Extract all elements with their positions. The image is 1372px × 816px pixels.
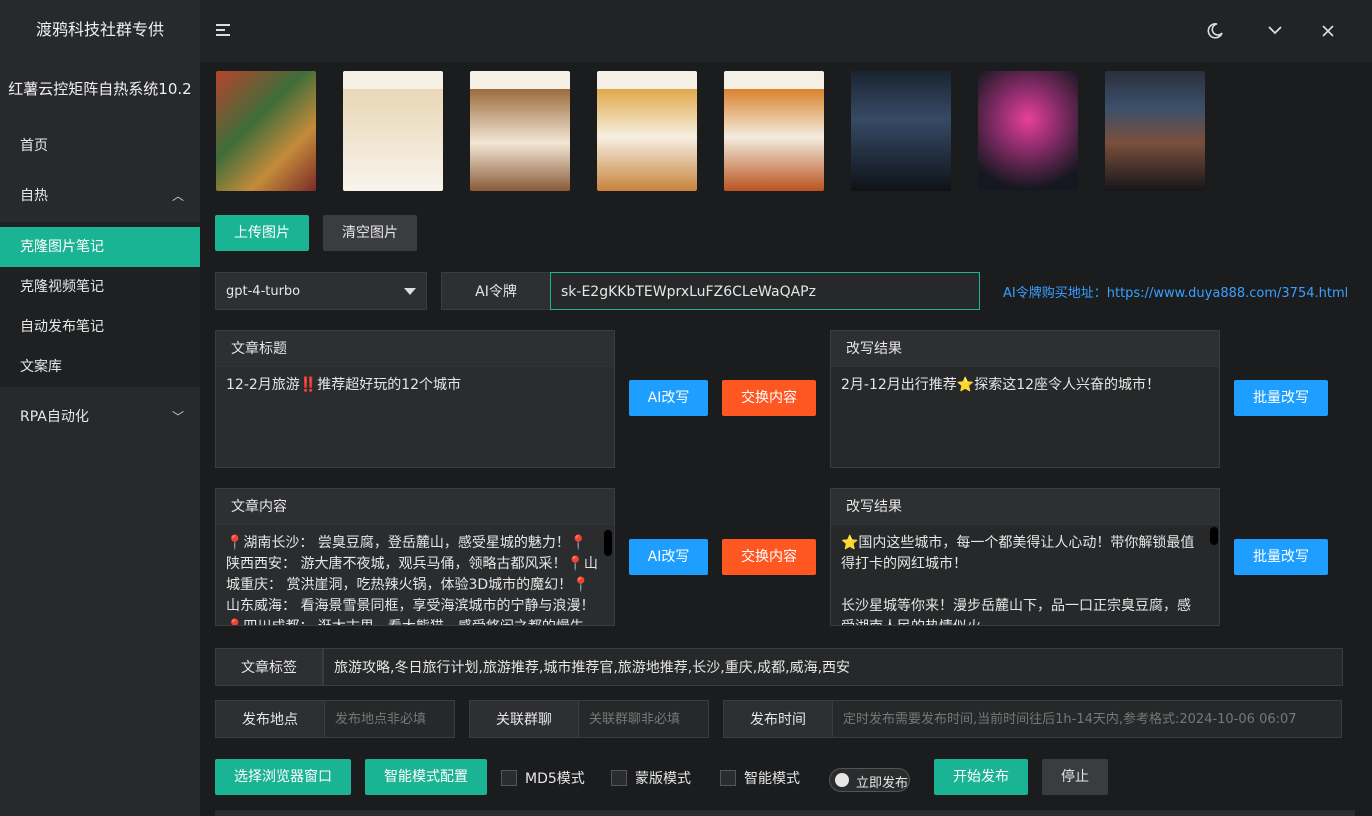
ai-rewrite-title-button[interactable]: AI改写 xyxy=(629,380,708,416)
title-panel: 文章标题 12-2月旅游‼️推荐超好玩的12个城市 xyxy=(215,330,615,468)
content-result-scrollbar[interactable] xyxy=(1210,527,1218,545)
time-label: 发布时间 xyxy=(723,700,833,738)
template-checkbox[interactable] xyxy=(611,770,627,786)
title-result-label: 改写结果 xyxy=(831,331,1219,367)
token-purchase-prefix: AI令牌购买地址： xyxy=(1003,286,1107,301)
instant-publish-toggle[interactable]: 立即发布 xyxy=(829,768,910,792)
title-panel-label: 文章标题 xyxy=(216,331,614,367)
tags-input[interactable]: 旅游攻略,冬日旅行计划,旅游推荐,城市推荐官,旅游地推荐,长沙,重庆,成都,威海… xyxy=(323,648,1343,686)
md5-label: MD5模式 xyxy=(525,771,585,787)
token-label: AI令牌 xyxy=(441,272,551,310)
tags-label: 文章标签 xyxy=(215,648,323,686)
brand-subtitle: 红薯云控矩阵自热系统10.2 xyxy=(8,80,192,98)
sidebar-item-copy-library[interactable]: 文案库 xyxy=(0,347,200,387)
sidebar-item-label: RPA自动化 xyxy=(20,409,89,425)
token-purchase-link[interactable]: AI令牌购买地址：https://www.duya888.com/3754.ht… xyxy=(1003,282,1348,301)
sidebar-item-clone-image[interactable]: 克隆图片笔记 xyxy=(0,227,200,267)
uploaded-image-thumbnail[interactable] xyxy=(1105,71,1205,191)
uploaded-image-thumbnail[interactable] xyxy=(978,71,1078,191)
chevron-up-icon: ︿ xyxy=(171,189,184,203)
uploaded-image-thumbnail[interactable] xyxy=(851,71,951,191)
title-textarea[interactable]: 12-2月旅游‼️推荐超好玩的12个城市 xyxy=(216,367,614,467)
content-scrollbar[interactable] xyxy=(604,530,612,556)
token-input[interactable]: sk-E2gKKbTEWprxLuFZ6CLeWaQAPz xyxy=(550,272,980,310)
sidebar-item-home[interactable]: 首页 xyxy=(0,126,200,166)
smart-checkbox[interactable] xyxy=(720,770,736,786)
uploaded-image-thumbnail[interactable] xyxy=(216,71,316,191)
content-textarea[interactable]: 📍湖南长沙： 尝臭豆腐，登岳麓山，感受星城的魅力！📍陕西西安： 游大唐不夜城，观… xyxy=(216,525,614,625)
choose-browser-button[interactable]: 选择浏览器窗口 xyxy=(215,759,351,795)
start-publish-button[interactable]: 开始发布 xyxy=(934,759,1028,795)
chevron-down-icon: ﹀ xyxy=(171,410,184,424)
content-result-textarea[interactable]: ⭐国内这些城市，每一个都美得让人心动！带你解锁最值得打卡的网红城市！ 长沙星城等… xyxy=(831,525,1219,625)
group-label: 关联群聊 xyxy=(469,700,579,738)
sidebar-item-zire[interactable]: 自热 ︿ xyxy=(0,176,200,216)
title-result-textarea[interactable]: 2月-12月出行推荐⭐探索这12座令人兴奋的城市！ xyxy=(831,367,1219,467)
sidebar-item-label: 克隆视频笔记 xyxy=(20,279,104,295)
batch-rewrite-title-button[interactable]: 批量改写 xyxy=(1234,380,1328,416)
model-select[interactable]: gpt-4-turbo xyxy=(215,272,427,310)
sidebar-item-auto-publish[interactable]: 自动发布笔记 xyxy=(0,307,200,347)
caret-down-icon xyxy=(404,288,416,295)
clear-image-button[interactable]: 清空图片 xyxy=(323,215,417,251)
sidebar-item-label: 克隆图片笔记 xyxy=(20,239,104,255)
ai-rewrite-content-button[interactable]: AI改写 xyxy=(629,539,708,575)
brand-title: 渡鸦科技社群专供 xyxy=(35,20,164,39)
uploaded-image-thumbnail[interactable] xyxy=(724,71,824,191)
instant-publish-label: 立即发布 xyxy=(856,776,909,791)
template-label: 蒙版模式 xyxy=(635,771,691,787)
model-select-value: gpt-4-turbo xyxy=(226,284,301,299)
group-input[interactable]: 关联群聊非必填 xyxy=(578,700,709,738)
sidebar-item-label: 首页 xyxy=(20,138,48,154)
batch-rewrite-content-button[interactable]: 批量改写 xyxy=(1234,539,1328,575)
upload-image-button[interactable]: 上传图片 xyxy=(215,215,309,251)
top-bar xyxy=(200,0,1372,62)
smart-config-button[interactable]: 智能模式配置 xyxy=(365,759,487,795)
content-result-panel: 改写结果 ⭐国内这些城市，每一个都美得让人心动！带你解锁最值得打卡的网红城市！ … xyxy=(830,488,1220,626)
sidebar-item-label: 自热 xyxy=(20,188,48,204)
uploaded-image-thumbnail[interactable] xyxy=(470,71,570,191)
swap-content-button[interactable]: 交换内容 xyxy=(722,539,816,575)
bottom-panel-edge xyxy=(215,810,1355,816)
uploaded-image-thumbnail[interactable] xyxy=(597,71,697,191)
sidebar-item-label: 自动发布笔记 xyxy=(20,319,104,335)
location-input[interactable]: 发布地点非必填 xyxy=(324,700,455,738)
toggle-knob xyxy=(835,773,849,787)
moon-icon[interactable] xyxy=(1206,22,1224,40)
swap-title-button[interactable]: 交换内容 xyxy=(722,380,816,416)
smart-label: 智能模式 xyxy=(744,771,800,787)
sidebar-item-label: 文案库 xyxy=(20,359,62,375)
sidebar-item-rpa[interactable]: RPA自动化 ﹀ xyxy=(0,397,200,437)
sidebar-item-clone-video[interactable]: 克隆视频笔记 xyxy=(0,267,200,307)
token-purchase-url[interactable]: https://www.duya888.com/3754.html xyxy=(1107,286,1349,301)
chevron-down-icon[interactable] xyxy=(1268,25,1282,35)
menu-toggle-icon[interactable] xyxy=(216,24,230,36)
content-result-label: 改写结果 xyxy=(831,489,1219,525)
stop-button[interactable]: 停止 xyxy=(1042,759,1108,795)
time-input[interactable]: 定时发布需要发布时间,当前时间往后1h-14天内,参考格式:2024-10-06… xyxy=(832,700,1342,738)
md5-checkbox[interactable] xyxy=(501,770,517,786)
location-label: 发布地点 xyxy=(215,700,325,738)
content-panel-label: 文章内容 xyxy=(216,489,614,525)
uploaded-image-thumbnail[interactable] xyxy=(343,71,443,191)
title-result-panel: 改写结果 2月-12月出行推荐⭐探索这12座令人兴奋的城市！ xyxy=(830,330,1220,468)
content-panel: 文章内容 📍湖南长沙： 尝臭豆腐，登岳麓山，感受星城的魅力！📍陕西西安： 游大唐… xyxy=(215,488,615,626)
close-icon[interactable] xyxy=(1322,25,1334,37)
sidebar: 渡鸦科技社群专供 红薯云控矩阵自热系统10.2 首页 自热 ︿ 克隆图片笔记 克隆… xyxy=(0,0,200,816)
